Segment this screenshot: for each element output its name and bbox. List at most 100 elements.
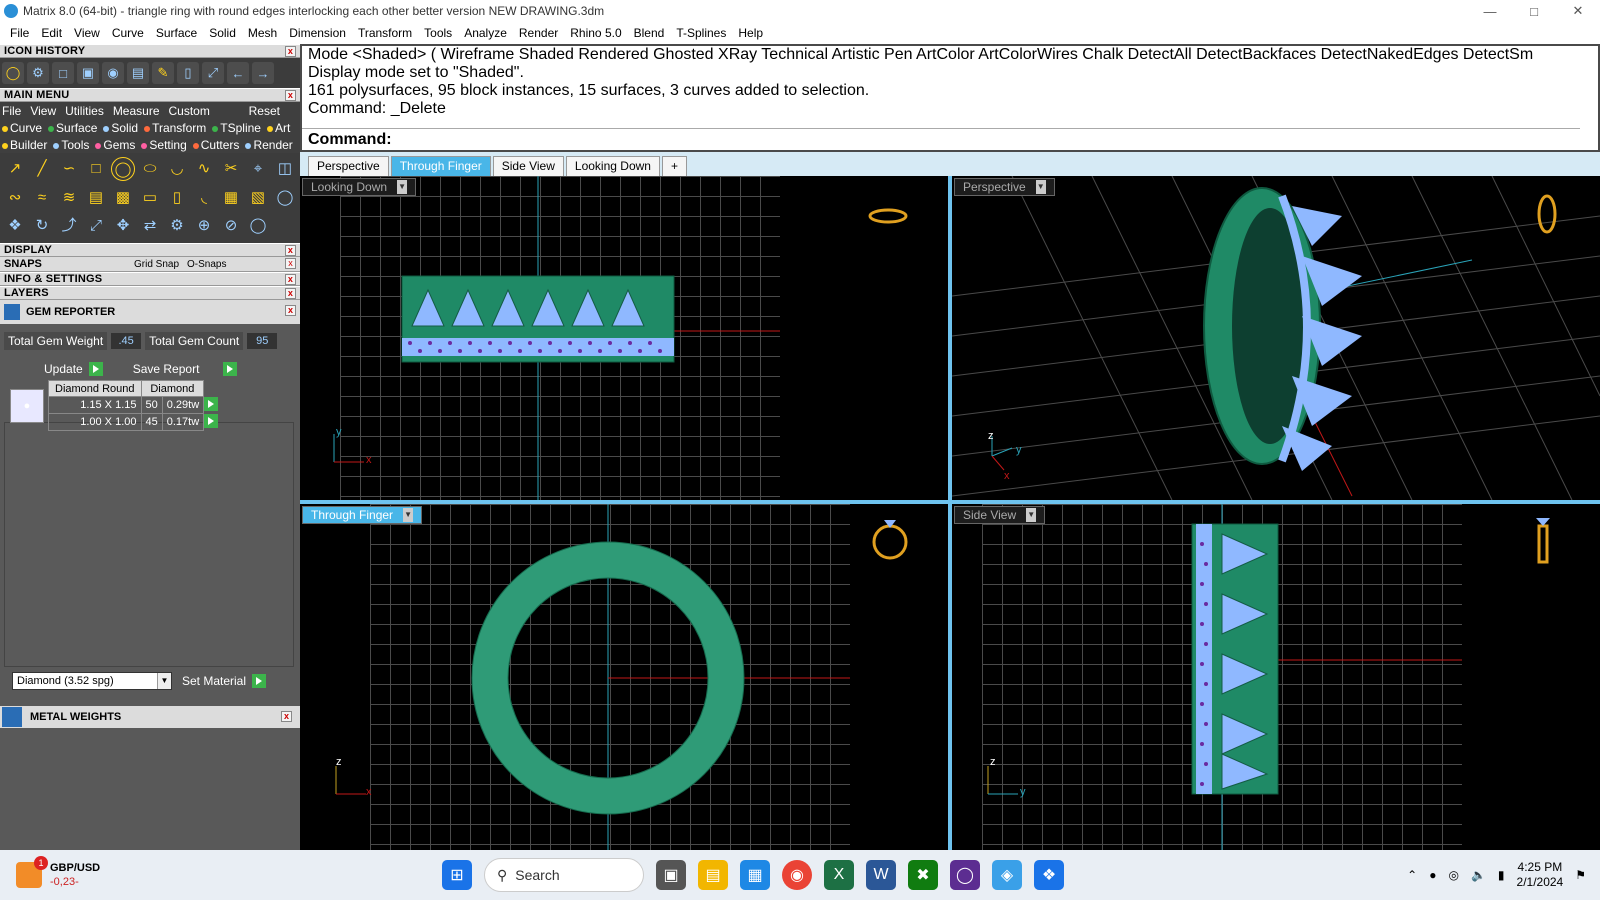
excel-icon[interactable]: X <box>824 860 854 890</box>
chevron-down-icon[interactable]: ▼ <box>1026 508 1037 522</box>
curve-icon[interactable]: ∽ <box>57 157 81 181</box>
display-header[interactable]: DISPLAY x <box>0 243 300 257</box>
save-report-button[interactable]: Save Report <box>133 362 238 376</box>
transform-icon[interactable]: ⤢ <box>202 62 224 84</box>
search-input[interactable]: ⚲ Search <box>484 858 644 892</box>
security-icon[interactable]: ● <box>1429 868 1436 882</box>
menu-edit[interactable]: Edit <box>35 26 68 40</box>
loft-icon[interactable]: ▩ <box>111 186 135 210</box>
close-icon[interactable]: x <box>285 90 296 101</box>
chevron-down-icon[interactable]: ▼ <box>403 508 414 522</box>
o-snaps-toggle[interactable]: O-Snaps <box>187 259 226 270</box>
close-icon[interactable]: x <box>285 245 296 256</box>
viewport-perspective[interactable]: z y x Perspective ▼ <box>952 176 1600 500</box>
open-file-icon[interactable]: ▣ <box>77 62 99 84</box>
add-tab-button[interactable]: + <box>661 156 687 176</box>
main-menu-utilities[interactable]: Utilities <box>65 104 104 118</box>
viewport-label[interactable]: Side View ▼ <box>954 506 1046 524</box>
menu-blend[interactable]: Blend <box>628 26 671 40</box>
move-icon[interactable]: ✥ <box>111 214 135 238</box>
rhino-app-icon[interactable]: ❖ <box>1034 860 1064 890</box>
menu-tools[interactable]: Tools <box>418 26 458 40</box>
reset-button[interactable]: Reset <box>249 104 280 118</box>
category-curve[interactable]: Curve <box>2 121 45 135</box>
app-icon[interactable]: ◯ <box>950 860 980 890</box>
array-icon[interactable]: ⚙ <box>165 214 189 238</box>
bend-icon[interactable]: ⤴ <box>57 214 81 238</box>
store-icon[interactable]: ▦ <box>740 860 770 890</box>
category-solid[interactable]: Solid <box>103 121 141 135</box>
wave-icon[interactable]: ≋ <box>57 186 81 210</box>
main-menu-file[interactable]: File <box>2 104 21 118</box>
sweep-icon[interactable]: ▭ <box>138 186 162 210</box>
menu-file[interactable]: File <box>4 26 35 40</box>
spline-icon[interactable]: ∿ <box>192 157 216 181</box>
circle-icon[interactable]: ◯ <box>111 157 135 181</box>
main-menu-view[interactable]: View <box>30 104 56 118</box>
line-icon[interactable]: ╱ <box>30 157 54 181</box>
new-file-icon[interactable]: □ <box>52 62 74 84</box>
main-menu-header[interactable]: MAIN MENU x <box>0 88 300 102</box>
category-render[interactable]: Render <box>245 138 295 152</box>
maximize-icon[interactable]: □ <box>1512 4 1556 19</box>
material-select[interactable]: Diamond (3.52 spg) ▼ <box>12 672 172 690</box>
offset-icon[interactable]: ≈ <box>30 186 54 210</box>
gem-reporter-header[interactable]: GEM REPORTER x <box>0 300 300 324</box>
tab-perspective[interactable]: Perspective <box>308 156 389 176</box>
tab-through-finger[interactable]: Through Finger <box>390 156 491 176</box>
main-menu-measure[interactable]: Measure <box>113 104 160 118</box>
blend-curve-icon[interactable]: ∾ <box>3 186 27 210</box>
update-button[interactable]: Update <box>44 362 103 376</box>
word-icon[interactable]: W <box>866 860 896 890</box>
main-menu-custom[interactable]: Custom <box>169 104 210 118</box>
rotate-icon[interactable]: ↻ <box>30 214 54 238</box>
cylinder-icon[interactable]: ▯ <box>177 62 199 84</box>
chrome-icon[interactable]: ◉ <box>782 860 812 890</box>
volume-icon[interactable]: 🔈 <box>1471 868 1486 882</box>
rectangle-icon[interactable]: □ <box>84 157 108 181</box>
task-view-icon[interactable]: ▣ <box>656 860 686 890</box>
boolean-icon[interactable]: ⊕ <box>192 214 216 238</box>
matrix-app-icon[interactable]: ◈ <box>992 860 1022 890</box>
menu-solid[interactable]: Solid <box>203 26 242 40</box>
menu-view[interactable]: View <box>68 26 106 40</box>
close-icon[interactable]: x <box>285 46 296 57</box>
arc-icon[interactable]: ◡ <box>165 157 189 181</box>
wifi-icon[interactable]: ◎ <box>1448 868 1458 882</box>
fit-icon[interactable]: ⌖ <box>246 157 270 181</box>
menu-help[interactable]: Help <box>732 26 769 40</box>
set-material-button[interactable]: Set Material <box>182 674 267 688</box>
menu-tsplines[interactable]: T-Splines <box>670 26 732 40</box>
weather-widget[interactable]: 1 GBP/USD -0,23- <box>16 856 436 889</box>
category-builder[interactable]: Builder <box>2 138 50 152</box>
close-icon[interactable]: x <box>285 274 296 285</box>
metal-weights-header[interactable]: METAL WEIGHTS x <box>0 706 300 728</box>
file-explorer-icon[interactable]: ▤ <box>698 860 728 890</box>
category-setting[interactable]: Setting <box>141 138 189 152</box>
menu-curve[interactable]: Curve <box>106 26 150 40</box>
surface-icon[interactable]: ▤ <box>84 186 108 210</box>
scale-icon[interactable]: ⤢ <box>84 214 108 238</box>
ellipse-icon[interactable]: ⬭ <box>138 157 162 181</box>
menu-mesh[interactable]: Mesh <box>242 26 283 40</box>
brush-icon[interactable]: ✎ <box>152 62 174 84</box>
circle-tool-icon[interactable]: ◯ <box>2 62 24 84</box>
forward-arrow-icon[interactable]: → <box>252 62 274 84</box>
chevron-down-icon[interactable]: ▼ <box>1035 180 1046 194</box>
close-icon[interactable]: x <box>285 288 296 299</box>
layers-header[interactable]: LAYERS x <box>0 286 300 300</box>
split-icon[interactable]: ⊘ <box>219 214 243 238</box>
chevron-down-icon[interactable]: ▼ <box>157 673 171 689</box>
clock[interactable]: 4:25 PM 2/1/2024 <box>1517 860 1564 890</box>
minimize-icon[interactable]: — <box>1468 4 1512 19</box>
menu-render[interactable]: Render <box>513 26 564 40</box>
play-icon[interactable] <box>204 413 219 428</box>
tab-side-view[interactable]: Side View <box>492 156 564 176</box>
viewport-label[interactable]: Through Finger ▼ <box>302 506 423 524</box>
category-cutters[interactable]: Cutters <box>192 138 243 152</box>
menu-transform[interactable]: Transform <box>352 26 418 40</box>
category-art[interactable]: Art <box>266 121 293 135</box>
info-settings-header[interactable]: INFO & SETTINGS x <box>0 272 300 286</box>
command-input[interactable]: Command: <box>302 128 1580 150</box>
tab-looking-down[interactable]: Looking Down <box>565 156 660 176</box>
